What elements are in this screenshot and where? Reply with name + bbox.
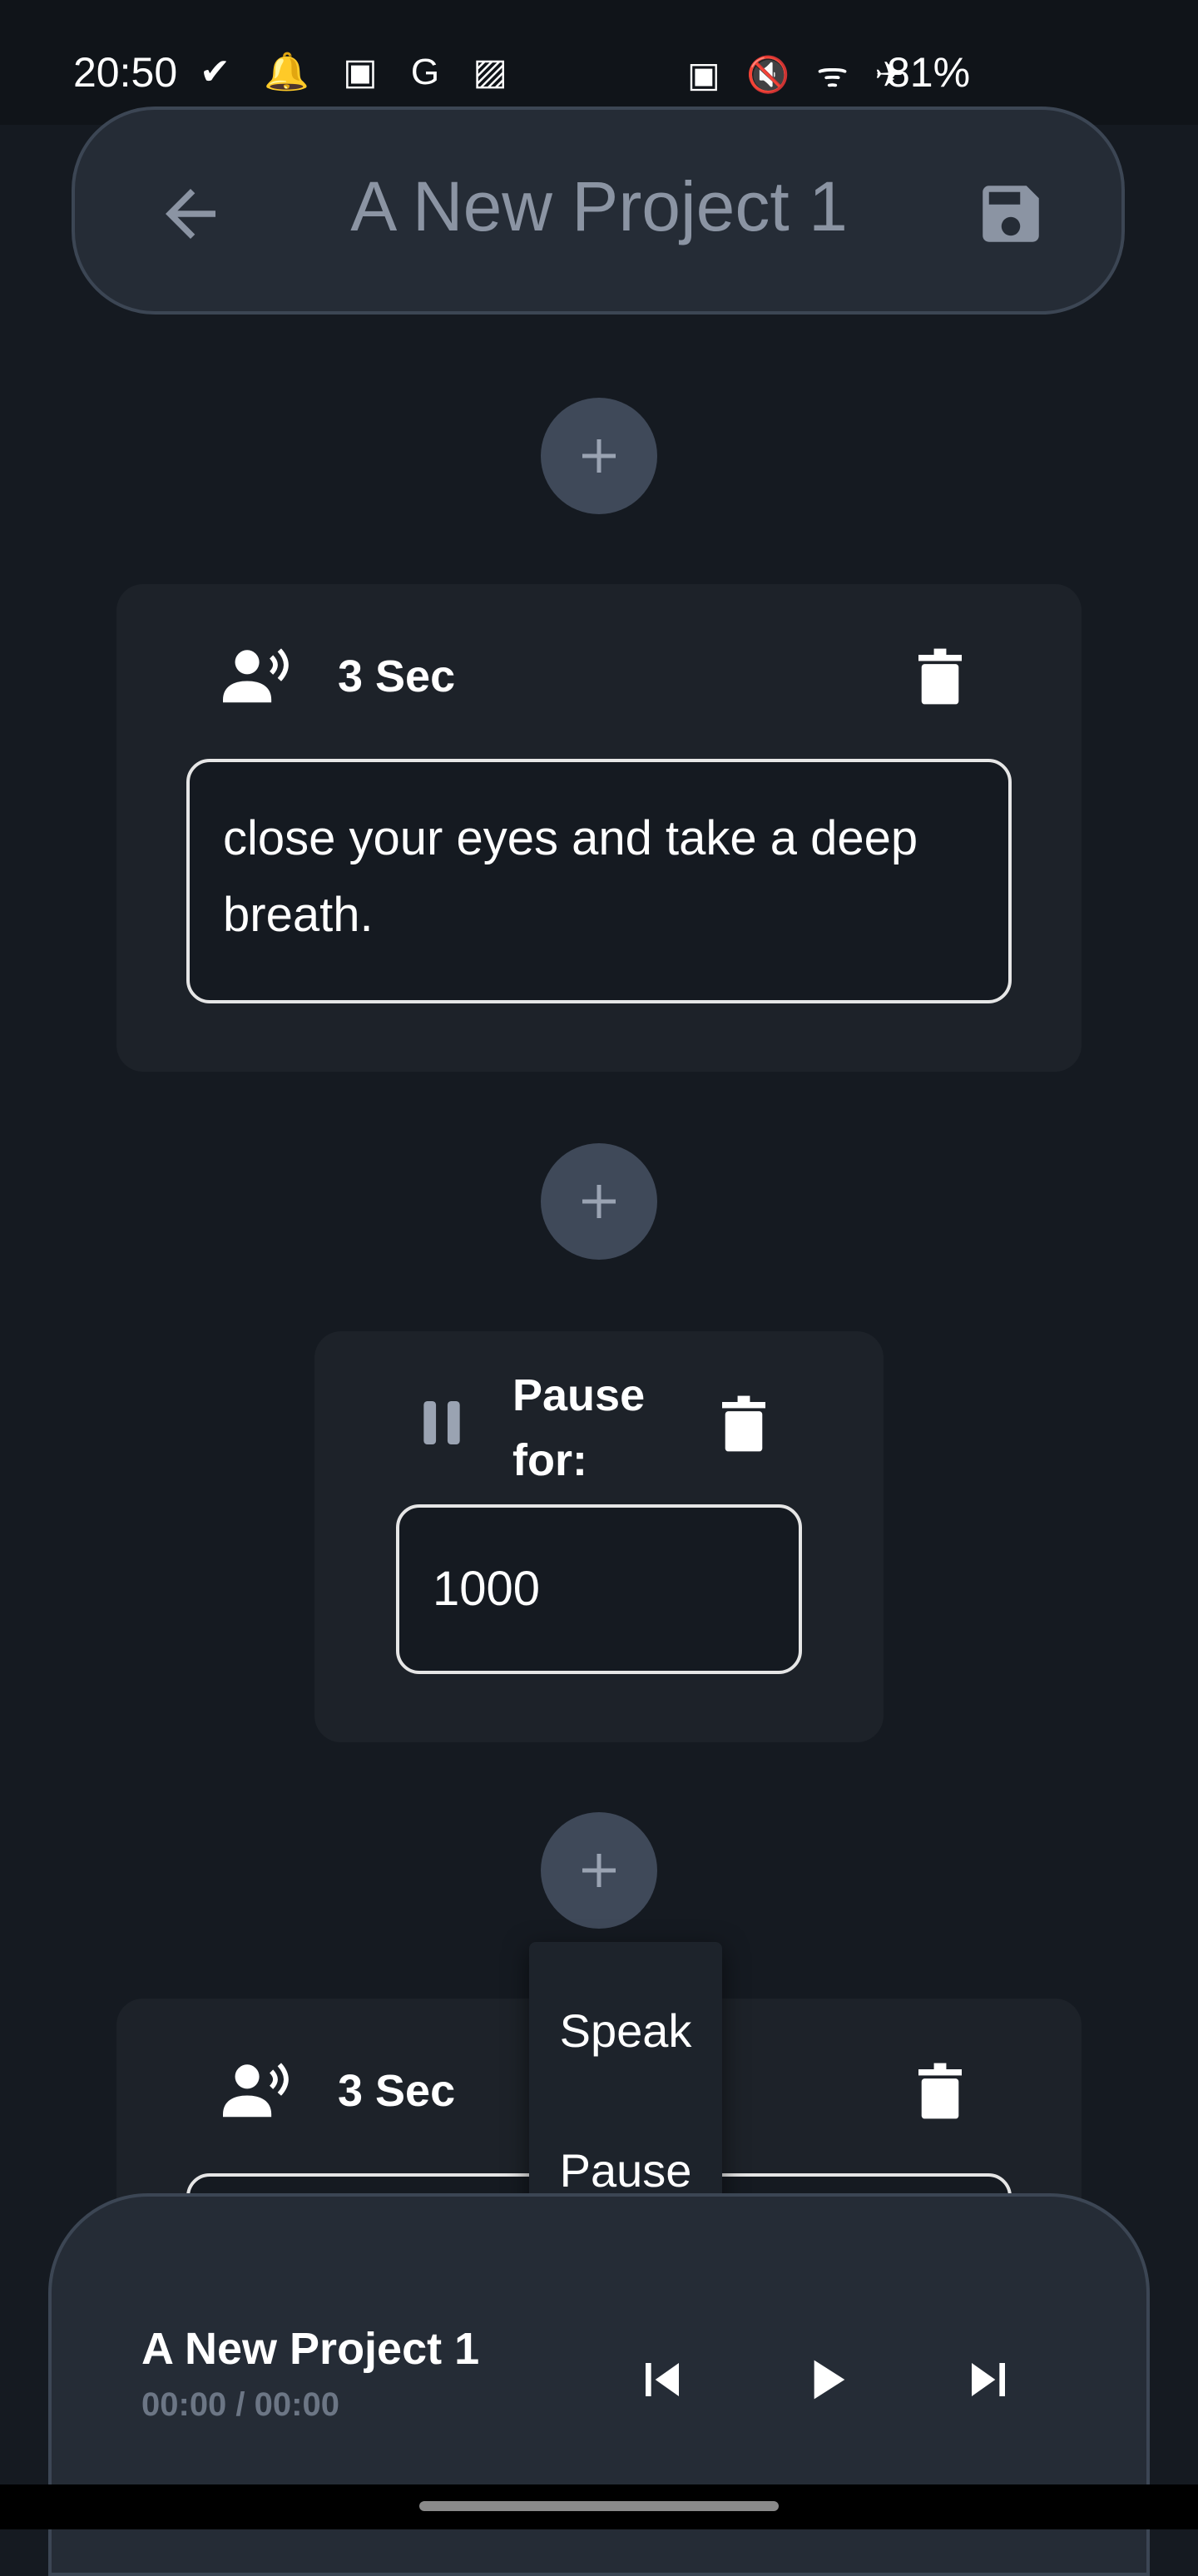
- pause-duration-input[interactable]: 1000: [396, 1504, 802, 1674]
- home-gesture-handle[interactable]: [419, 2501, 779, 2511]
- plus-icon: [582, 1854, 616, 1887]
- add-block-button[interactable]: [541, 1143, 657, 1260]
- system-icons: ▣ 🔇 ᯤ ✈: [687, 55, 913, 94]
- block-duration: 3 Sec: [338, 651, 456, 701]
- pause-icon: [423, 1401, 461, 1449]
- trash-icon: [722, 1395, 765, 1452]
- plus-icon: [582, 439, 616, 473]
- skip-previous-icon: [646, 2363, 679, 2396]
- trash-icon: [918, 648, 962, 705]
- plus-icon: [582, 1185, 616, 1218]
- floppy-disk-icon: [983, 186, 1039, 242]
- speak-text-input[interactable]: close your eyes and take a deep breath.: [186, 759, 1012, 1003]
- speaker-icon: [223, 2058, 293, 2126]
- battery-level: 81%: [887, 49, 971, 96]
- play-button[interactable]: [792, 2346, 859, 2413]
- skip-next-icon: [972, 2363, 1005, 2396]
- menu-item-speak[interactable]: Speak: [529, 2004, 722, 2058]
- speaker-icon: [223, 644, 293, 711]
- save-button[interactable]: [973, 176, 1048, 251]
- delete-block-button[interactable]: [722, 1395, 765, 1457]
- add-block-button[interactable]: [541, 398, 657, 514]
- player-time: 00:00 / 00:00: [141, 2386, 339, 2423]
- skip-previous-button[interactable]: [629, 2346, 696, 2413]
- skip-next-button[interactable]: [955, 2346, 1022, 2413]
- delete-block-button[interactable]: [918, 2062, 962, 2124]
- status-time: 20:50: [73, 49, 178, 96]
- trash-icon: [918, 2063, 962, 2119]
- delete-block-button[interactable]: [918, 647, 962, 710]
- menu-item-pause[interactable]: Pause: [529, 2143, 722, 2197]
- add-block-button[interactable]: [541, 1812, 657, 1929]
- pause-label: Pause for:: [512, 1370, 646, 1485]
- player-title: A New Project 1: [141, 2324, 480, 2374]
- block-duration: 3 Sec: [338, 2066, 456, 2116]
- play-icon: [814, 2360, 845, 2400]
- notification-icons: ✔ 🔔 ▣ G ▨: [200, 52, 519, 92]
